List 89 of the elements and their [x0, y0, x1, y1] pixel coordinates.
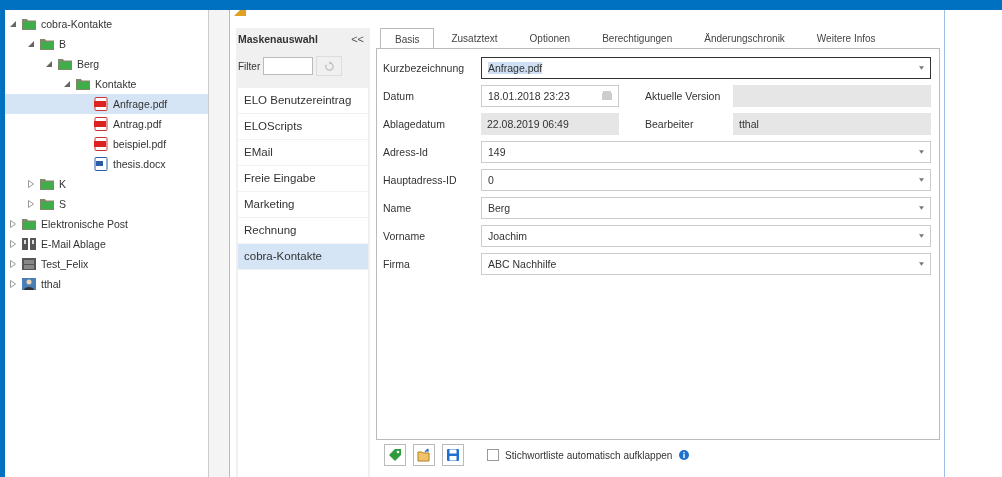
tree-item[interactable]: Anfrage.pdf [5, 94, 208, 114]
pdf-file-icon [93, 137, 109, 151]
tab[interactable]: Basis [380, 28, 435, 49]
open-folder-button[interactable] [413, 444, 435, 466]
readonly-field: tthal [733, 113, 931, 135]
tab[interactable]: Optionen [514, 28, 586, 48]
mask-item[interactable]: cobra-Kontakte [238, 244, 368, 270]
field-label: Vorname [383, 230, 427, 242]
folder-icon [57, 57, 73, 71]
tree-item[interactable]: beispiel.pdf [5, 134, 208, 154]
mask-item[interactable]: EMail [238, 140, 368, 166]
combo-field[interactable]: Anfrage.pdf [481, 57, 931, 79]
tree-item[interactable]: cobra-Kontakte [5, 14, 208, 34]
tag-icon [234, 10, 246, 16]
mask-item[interactable]: Freie Eingabe [238, 166, 368, 192]
dropdown-arrow-icon[interactable] [919, 234, 924, 238]
tag-button[interactable] [384, 444, 406, 466]
folder-icon [417, 448, 431, 462]
tree-item[interactable]: S [5, 194, 208, 214]
panel-title: Maskenauswahl [238, 33, 318, 45]
tree-item[interactable]: tthal [5, 274, 208, 294]
pdf-file-icon [93, 97, 109, 111]
tree-item[interactable]: Test_Felix [5, 254, 208, 274]
collapse-button[interactable]: << [351, 33, 364, 45]
folder-icon [75, 77, 91, 91]
field-label: Hauptadress-ID [383, 174, 458, 186]
expand-arrow-icon[interactable] [28, 200, 34, 208]
filter-label: Filter [238, 60, 261, 72]
tab[interactable]: Änderungschronik [689, 28, 800, 48]
date-field[interactable]: 18.01.2018 23:23 [481, 85, 619, 107]
mask-item[interactable]: ELOScripts [238, 114, 368, 140]
combo-field[interactable]: 0 [481, 169, 931, 191]
combo-field[interactable]: ABC Nachhilfe [481, 253, 931, 275]
collapse-arrow-icon[interactable] [46, 61, 52, 67]
expand-arrow-icon[interactable] [10, 260, 16, 268]
expand-arrow-icon[interactable] [10, 280, 16, 288]
pdf-file-icon [93, 117, 109, 131]
info-icon[interactable] [679, 450, 690, 460]
folder-icon [39, 197, 55, 211]
combo-field[interactable]: Berg [481, 197, 931, 219]
field-label: Aktuelle Version [645, 90, 722, 102]
dropdown-arrow-icon[interactable] [919, 66, 924, 70]
combo-field[interactable]: 149 [481, 141, 931, 163]
tree-item[interactable]: E-Mail Ablage [5, 234, 208, 254]
checkbox[interactable] [487, 449, 499, 461]
dropdown-arrow-icon[interactable] [919, 206, 924, 210]
combo-field[interactable]: Joachim [481, 225, 931, 247]
readonly-field: 22.08.2019 06:49 [481, 113, 619, 135]
filter-field[interactable] [263, 57, 314, 75]
tree-item[interactable]: Antrag.pdf [5, 114, 208, 134]
collapse-arrow-icon[interactable] [10, 21, 16, 27]
dropdown-arrow-icon[interactable] [919, 178, 924, 182]
field-label: Adress-Id [383, 146, 429, 158]
field-label: Datum [383, 90, 415, 102]
tree-item[interactable]: Elektronische Post [5, 214, 208, 234]
tab[interactable]: Zusatztext [436, 28, 513, 48]
folder-icon [39, 37, 55, 51]
refresh-icon [323, 60, 335, 72]
save-button[interactable] [442, 444, 464, 466]
field-label: Kurzbezeichnung [383, 62, 466, 74]
user-icon [21, 277, 37, 291]
tab[interactable]: Berechtigungen [587, 28, 688, 48]
expand-arrow-icon[interactable] [10, 240, 16, 248]
field-label: Firma [383, 258, 411, 270]
binder-icon [21, 237, 37, 251]
dropdown-arrow-icon[interactable] [919, 262, 924, 266]
field-label: Ablagedatum [383, 118, 446, 130]
mask-item[interactable]: Marketing [238, 192, 368, 218]
expand-arrow-icon[interactable] [10, 220, 16, 228]
tree-item[interactable]: K [5, 174, 208, 194]
mask-item[interactable]: ELO Benutzereintrag [238, 88, 368, 114]
tree-item[interactable]: Berg [5, 54, 208, 74]
folder-icon [21, 17, 37, 31]
checkbox-label: Stichwortliste automatisch aufklappen [505, 449, 673, 461]
tree-item[interactable]: thesis.docx [5, 154, 208, 174]
field-label: Bearbeiter [645, 118, 695, 130]
tab[interactable]: Weitere Infos [801, 28, 891, 48]
tag-icon [388, 448, 402, 462]
folder-icon [21, 217, 37, 231]
tree-item[interactable]: Kontakte [5, 74, 208, 94]
collapse-arrow-icon[interactable] [64, 81, 70, 87]
tree-item[interactable]: B [5, 34, 208, 54]
document-icon [93, 157, 109, 171]
cabinet-icon [21, 257, 37, 271]
dropdown-arrow-icon[interactable] [919, 150, 924, 154]
folder-icon [39, 177, 55, 191]
field-label: Name [383, 202, 412, 214]
expand-arrow-icon[interactable] [28, 180, 34, 188]
collapse-arrow-icon[interactable] [28, 41, 34, 47]
